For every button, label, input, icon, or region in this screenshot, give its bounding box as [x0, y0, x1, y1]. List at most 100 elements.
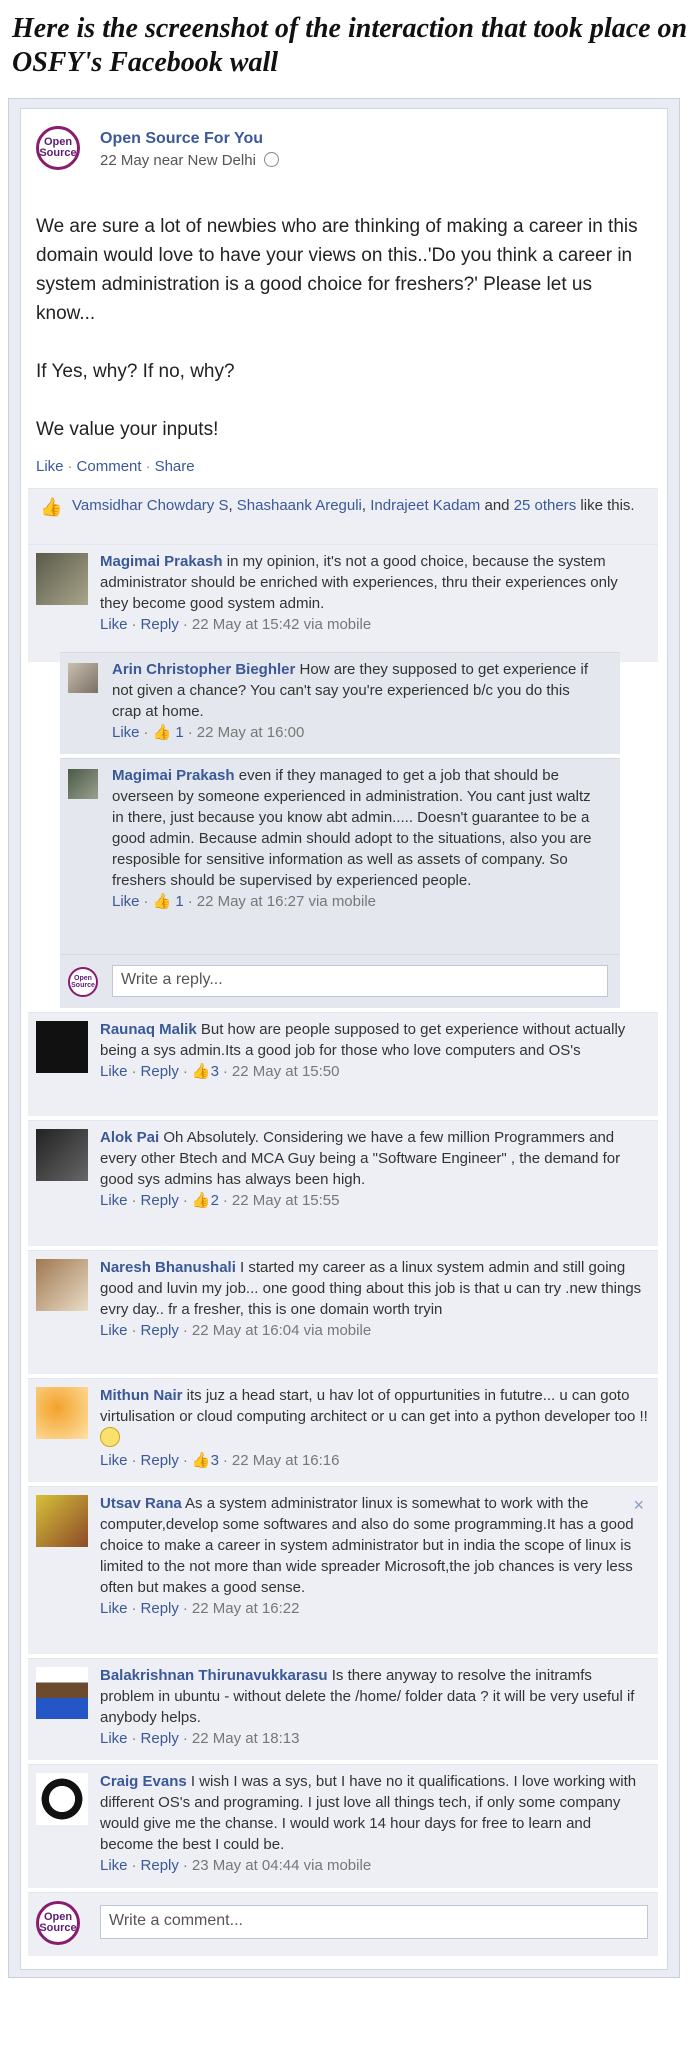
- separator: ·: [131, 1452, 137, 1469]
- reply-meta: Like · 👍 1 · 22 May at 16:27 via mobile: [112, 891, 602, 912]
- post-paragraph: We value your inputs!: [36, 419, 219, 440]
- comment: Mithun Nair its juz a head start, u hav …: [28, 1378, 658, 1482]
- comment-like-link[interactable]: Like: [100, 1600, 128, 1617]
- comment-like-link[interactable]: Like: [100, 1857, 128, 1874]
- comment-body: Balakrishnan Thirunavukkarasu Is there a…: [100, 1665, 648, 1749]
- liker-link[interactable]: Shashaank Areguli: [237, 497, 362, 514]
- reply-body: Magimai Prakash even if they managed to …: [112, 765, 602, 912]
- share-button[interactable]: Share: [155, 458, 195, 475]
- reply-like-link[interactable]: Like: [112, 893, 140, 910]
- comment-meta: Like · Reply · 👍3 · 22 May at 16:16: [100, 1450, 648, 1471]
- avatar[interactable]: [68, 769, 98, 799]
- logo-text-source: Source: [39, 1922, 77, 1934]
- comment-meta: Like · Reply · 22 May at 16:22: [100, 1598, 648, 1619]
- avatar[interactable]: [36, 1495, 88, 1547]
- avatar[interactable]: [36, 1259, 88, 1311]
- comment-reply-link[interactable]: Reply: [141, 1192, 179, 1209]
- separator: ·: [131, 1857, 137, 1874]
- separator: ·: [182, 1063, 188, 1080]
- comment-like-link[interactable]: Like: [100, 1452, 128, 1469]
- post-actions: Like · Comment · Share: [36, 458, 195, 475]
- comment-timestamp: 22 May at 18:13: [191, 1730, 300, 1747]
- close-icon[interactable]: ×: [633, 1495, 644, 1516]
- comment-like-link[interactable]: Like: [100, 1063, 128, 1080]
- like-button[interactable]: Like: [36, 458, 64, 475]
- reply-like-link[interactable]: Like: [112, 724, 140, 741]
- comment-text: Oh Absolutely. Considering we have a few…: [100, 1129, 621, 1188]
- comment-composer: Open Source Write a comment...: [28, 1892, 658, 1956]
- comment-meta: Like · Reply · 22 May at 16:04 via mobile: [100, 1320, 648, 1341]
- liker-link[interactable]: Vamsidhar Chowdary S: [72, 497, 228, 514]
- avatar[interactable]: [36, 1129, 88, 1181]
- separator: ·: [222, 1063, 228, 1080]
- comment-like-count[interactable]: 3: [211, 1452, 219, 1469]
- comment-reply-link[interactable]: Reply: [141, 1730, 179, 1747]
- likes-summary: 👍 Vamsidhar Chowdary S, Shashaank Aregul…: [28, 488, 658, 544]
- avatar[interactable]: [36, 1387, 88, 1439]
- comment-author[interactable]: Alok Pai: [100, 1129, 159, 1146]
- comment-reply-link[interactable]: Reply: [141, 1063, 179, 1080]
- comment-reply-link[interactable]: Reply: [141, 1857, 179, 1874]
- page-name-link[interactable]: Open Source For You: [100, 130, 263, 148]
- comment-like-count[interactable]: 2: [211, 1192, 219, 1209]
- comment-reply-link[interactable]: Reply: [141, 616, 179, 633]
- comment-author[interactable]: Utsav Rana: [100, 1495, 182, 1512]
- comment-button[interactable]: Comment: [77, 458, 142, 475]
- comment-like-link[interactable]: Like: [100, 1192, 128, 1209]
- comment-author[interactable]: Craig Evans: [100, 1773, 187, 1790]
- comment-reply-link[interactable]: Reply: [141, 1452, 179, 1469]
- comment-meta: Like · Reply · 👍2 · 22 May at 15:55: [100, 1190, 648, 1211]
- separator: ·: [182, 1452, 188, 1469]
- reply-composer: Open Source Write a reply...: [60, 954, 620, 1008]
- comment-meta: Like · Reply · 22 May at 18:13: [100, 1728, 648, 1749]
- separator: ·: [182, 1192, 188, 1209]
- comment-like-count[interactable]: 3: [211, 1063, 219, 1080]
- comment-meta: Like · Reply · 22 May at 15:42 via mobile: [100, 614, 648, 635]
- reply-like-count[interactable]: 1: [175, 893, 183, 910]
- reply: Arin Christopher Bieghler How are they s…: [60, 652, 620, 754]
- thumbs-up-icon: 👍: [152, 724, 172, 741]
- comment-author[interactable]: Mithun Nair: [100, 1387, 183, 1404]
- reply-author[interactable]: Magimai Prakash: [112, 767, 235, 784]
- page-logo[interactable]: Open Source: [36, 126, 80, 170]
- likes-and: and: [484, 497, 510, 514]
- comment-author[interactable]: Naresh Bhanushali: [100, 1259, 236, 1276]
- comment-input[interactable]: Write a comment...: [100, 1905, 648, 1939]
- separator: ·: [131, 616, 137, 633]
- avatar[interactable]: [68, 663, 98, 693]
- separator: ·: [182, 1857, 188, 1874]
- thumbs-up-icon: 👍: [191, 1452, 211, 1469]
- reply-author[interactable]: Arin Christopher Bieghler: [112, 661, 295, 678]
- post-body: We are sure a lot of newbies who are thi…: [36, 212, 646, 473]
- avatar[interactable]: [36, 1667, 88, 1719]
- comment-body: Raunaq Malik But how are people supposed…: [100, 1019, 648, 1082]
- reply-like-count[interactable]: 1: [175, 724, 183, 741]
- comment: Balakrishnan Thirunavukkarasu Is there a…: [28, 1658, 658, 1760]
- others-link[interactable]: 25 others: [514, 497, 577, 514]
- comment-author[interactable]: Balakrishnan Thirunavukkarasu: [100, 1667, 328, 1684]
- separator: ·: [182, 1322, 188, 1339]
- logo-text-open: Open: [74, 975, 92, 982]
- comment-reply-link[interactable]: Reply: [141, 1322, 179, 1339]
- reply-input[interactable]: Write a reply...: [112, 965, 608, 997]
- separator: ·: [182, 616, 188, 633]
- liker-link[interactable]: Indrajeet Kadam: [370, 497, 480, 514]
- post-paragraph: If Yes, why? If no, why?: [36, 361, 235, 382]
- reply-meta: Like · 👍 1 · 22 May at 16:00: [112, 722, 602, 743]
- comment-body: Craig Evans I wish I was a sys, but I ha…: [100, 1771, 648, 1876]
- avatar[interactable]: [36, 1773, 88, 1825]
- comment-author[interactable]: Raunaq Malik: [100, 1021, 197, 1038]
- comment-author[interactable]: Magimai Prakash: [100, 553, 223, 570]
- avatar[interactable]: [36, 1021, 88, 1073]
- comment: Magimai Prakash in my opinion, it's not …: [28, 544, 658, 662]
- comment-like-link[interactable]: Like: [100, 1322, 128, 1339]
- comment: Alok Pai Oh Absolutely. Considering we h…: [28, 1120, 658, 1246]
- comment-reply-link[interactable]: Reply: [141, 1600, 179, 1617]
- comment-like-link[interactable]: Like: [100, 616, 128, 633]
- avatar[interactable]: [36, 553, 88, 605]
- comment-meta: Like · Reply · 23 May at 04:44 via mobile: [100, 1855, 648, 1876]
- separator: ·: [222, 1452, 228, 1469]
- separator: ·: [187, 724, 193, 741]
- comment-like-link[interactable]: Like: [100, 1730, 128, 1747]
- separator: ·: [131, 1600, 137, 1617]
